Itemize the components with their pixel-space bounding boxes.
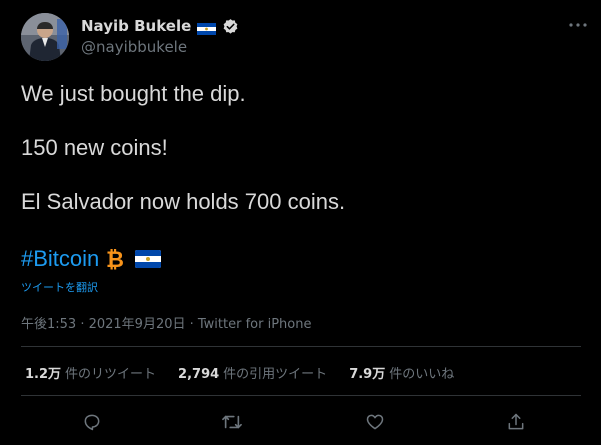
retweet-icon (221, 412, 243, 436)
stat-number: 7.9万 (349, 366, 386, 382)
share-icon (506, 412, 526, 436)
engagement-stats: 1.2万 件のリツイート 2,794 件の引用ツイート 7.9万 件のいいね (25, 362, 454, 382)
stat-label: 件のリツイート (65, 366, 157, 382)
hashtag-row: #Bitcoin ₿ (21, 245, 162, 273)
more-options-icon[interactable] (566, 17, 590, 33)
el-salvador-flag-icon (135, 250, 162, 268)
stat-label: 件の引用ツイート (223, 366, 328, 382)
svg-text:₿: ₿ (106, 248, 124, 272)
translate-tweet-link[interactable]: ツイートを翻訳 (21, 279, 98, 295)
action-bar (0, 408, 601, 440)
tweet: Nayib Bukele @nayibbukele We just bought… (0, 0, 601, 445)
author-handle[interactable]: @nayibbukele (81, 38, 187, 56)
avatar[interactable] (21, 13, 69, 61)
divider (21, 346, 581, 347)
divider (21, 395, 581, 396)
author-name-row: Nayib Bukele (81, 16, 239, 36)
reply-button[interactable] (76, 408, 108, 440)
el-salvador-flag-icon (197, 20, 217, 35)
like-button[interactable] (359, 408, 391, 440)
author-display-name[interactable]: Nayib Bukele (81, 17, 191, 35)
stat-number: 1.2万 (25, 366, 62, 382)
tweet-text-line: We just bought the dip. (21, 81, 246, 106)
retweet-count[interactable]: 1.2万 件のリツイート (25, 363, 156, 382)
retweet-button[interactable] (216, 408, 248, 440)
tweet-text-line: 150 new coins! (21, 135, 168, 160)
reply-icon (82, 412, 102, 436)
stat-number: 2,794 (178, 366, 220, 382)
share-button[interactable] (500, 408, 532, 440)
tweet-text-line: El Salvador now holds 700 coins. (21, 189, 346, 214)
tweet-metadata[interactable]: 午後1:53 · 2021年9月20日 · Twitter for iPhone (21, 313, 311, 332)
bitcoin-icon: ₿ (105, 246, 125, 273)
hashtag-link[interactable]: #Bitcoin (21, 246, 99, 272)
like-count[interactable]: 7.9万 件のいいね (349, 363, 454, 382)
quote-tweet-count[interactable]: 2,794 件の引用ツイート (178, 363, 327, 382)
verified-badge-icon (222, 18, 239, 35)
like-icon (365, 412, 385, 436)
stat-label: 件のいいね (389, 366, 455, 382)
